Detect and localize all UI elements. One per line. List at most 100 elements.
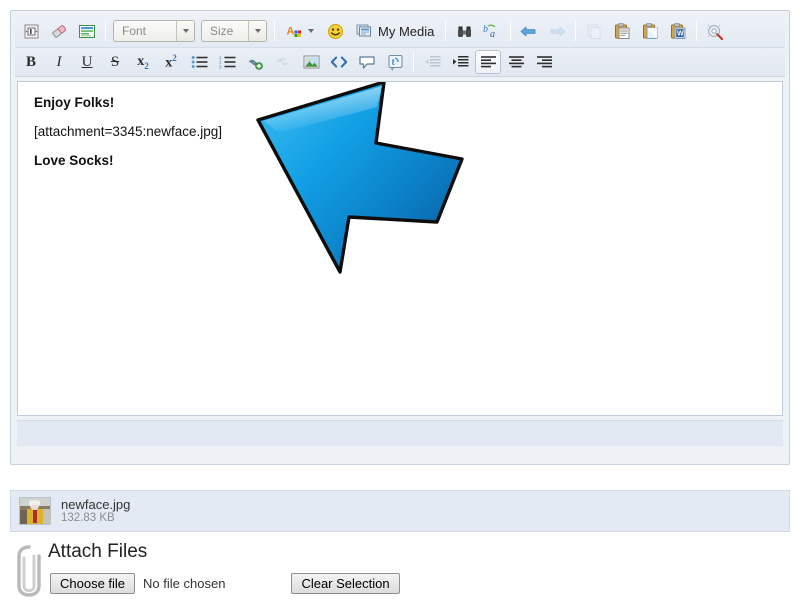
subscript-icon: x2 (137, 53, 149, 71)
code-button[interactable] (326, 50, 352, 74)
paste-word-button[interactable]: W (665, 19, 691, 43)
subscript-button[interactable]: x2 (130, 50, 156, 74)
toolbar-separator (510, 21, 512, 41)
code-icon (330, 56, 348, 68)
attachment-file-name[interactable]: newface.jpg (61, 497, 130, 512)
svg-text:3: 3 (219, 64, 222, 69)
strikethrough-button[interactable]: S (102, 50, 128, 74)
find-replace-button[interactable] (451, 19, 477, 43)
toolbar-separator (696, 21, 698, 41)
toolbar-separator (445, 21, 447, 41)
font-size-value: Size (210, 24, 234, 38)
paste-icon (614, 22, 630, 39)
editor-page: Font Size A My Media b a W B I U S x2 x2… (0, 0, 800, 600)
indent-button[interactable] (447, 50, 473, 74)
font-size-select[interactable]: Size (201, 20, 267, 42)
paperclip-icon (17, 545, 41, 597)
editor-line-attachment-tag: [attachment=3345:newface.jpg] (34, 124, 223, 140)
insert-link-button[interactable] (242, 50, 268, 74)
remove-format-button[interactable] (46, 19, 72, 43)
rich-text-editor: Font Size A My Media b a W B I U S x2 x2… (10, 10, 790, 465)
smiley-icon (327, 23, 343, 39)
bold-button[interactable]: B (18, 50, 44, 74)
editor-toolbar-primary: Font Size A My Media b a W (15, 15, 785, 48)
font-family-value: Font (122, 24, 147, 38)
attachment-panel: newface.jpg 132.83 KB (10, 490, 790, 532)
text-color-icon: A (287, 25, 301, 37)
svg-text:a: a (490, 29, 495, 39)
paste-text-button[interactable] (637, 19, 663, 43)
translate-button[interactable]: b a (479, 19, 505, 43)
font-size-dropdown-arrow[interactable] (248, 21, 266, 41)
underline-button[interactable]: U (74, 50, 100, 74)
my-media-button[interactable]: My Media (350, 19, 440, 43)
svg-text:b: b (483, 24, 488, 35)
link-remove-icon (277, 56, 288, 65)
numbered-list-icon: 1 2 3 (219, 55, 235, 69)
my-media-icon (356, 24, 371, 36)
bullet-list-button[interactable] (186, 50, 212, 74)
my-media-label: My Media (378, 23, 435, 39)
numbered-list-button[interactable]: 1 2 3 (214, 50, 240, 74)
svg-text:A: A (287, 25, 295, 37)
editor-toolbar-formatting: B I U S x2 x2 1 2 3 t (15, 48, 785, 77)
attach-files-section: Attach Files Choose file No file chosen … (12, 541, 792, 599)
choose-file-button[interactable]: Choose file (50, 573, 136, 594)
attachment-thumbnail[interactable] (19, 497, 51, 525)
twitter-icon: t (388, 54, 402, 71)
quote-button[interactable] (354, 50, 380, 74)
attach-files-title: Attach Files (48, 541, 148, 562)
redo-arrow-icon (550, 26, 566, 36)
spellcheck-button[interactable] (702, 19, 728, 43)
italic-icon: I (56, 53, 62, 70)
undo-arrow-icon (520, 26, 536, 36)
superscript-icon: x2 (165, 52, 177, 71)
source-code-icon (24, 24, 38, 38)
insert-image-button[interactable] (298, 50, 324, 74)
translate-icon: b a (483, 24, 496, 39)
toggle-editor-button[interactable] (74, 19, 100, 43)
no-file-chosen-label: No file chosen (143, 576, 226, 591)
superscript-button[interactable]: x2 (158, 50, 184, 74)
quote-bubble-icon (359, 55, 375, 69)
toolbar-separator (575, 21, 577, 41)
align-right-button[interactable] (531, 50, 557, 74)
emoticon-button[interactable] (322, 19, 348, 43)
bullet-list-icon (191, 56, 207, 68)
outdent-button[interactable] (419, 50, 445, 74)
toolbar-separator (105, 21, 106, 41)
bold-icon: B (25, 53, 36, 70)
text-color-button[interactable]: A (280, 19, 320, 43)
toolbar-separator (274, 21, 275, 41)
strikethrough-icon: S (110, 53, 120, 70)
paste-button[interactable] (609, 19, 635, 43)
clear-selection-button[interactable]: Clear Selection (291, 573, 400, 594)
toolbar-separator (413, 52, 414, 72)
toggle-editor-icon (79, 24, 95, 38)
underline-icon: U (81, 53, 93, 70)
align-center-button[interactable] (503, 50, 529, 74)
copy-button[interactable] (581, 19, 607, 43)
image-icon (303, 55, 319, 69)
remove-link-button[interactable] (270, 50, 296, 74)
align-left-icon (480, 56, 496, 68)
outdent-icon (424, 56, 440, 67)
copy-icon (587, 24, 601, 39)
text-color-dropdown-arrow[interactable] (308, 29, 314, 33)
editor-status-bar (17, 420, 783, 446)
editor-content-area[interactable]: Enjoy Folks! [attachment=3345:newface.jp… (17, 81, 783, 416)
undo-button[interactable] (516, 19, 542, 43)
editor-line-greeting: Enjoy Folks! (34, 95, 115, 110)
italic-button[interactable]: I (46, 50, 72, 74)
paste-text-icon (642, 22, 658, 39)
attachment-file-size: 132.83 KB (61, 511, 115, 524)
paste-word-icon: W (670, 22, 686, 39)
editor-document[interactable]: Enjoy Folks! [attachment=3345:newface.jp… (18, 82, 782, 194)
source-code-button[interactable] (18, 19, 44, 43)
align-left-button[interactable] (475, 50, 501, 74)
link-add-icon (249, 59, 263, 70)
font-family-dropdown-arrow[interactable] (176, 21, 194, 41)
redo-button[interactable] (544, 19, 570, 43)
font-family-select[interactable]: Font (113, 20, 195, 42)
twitter-button[interactable]: t (382, 50, 408, 74)
